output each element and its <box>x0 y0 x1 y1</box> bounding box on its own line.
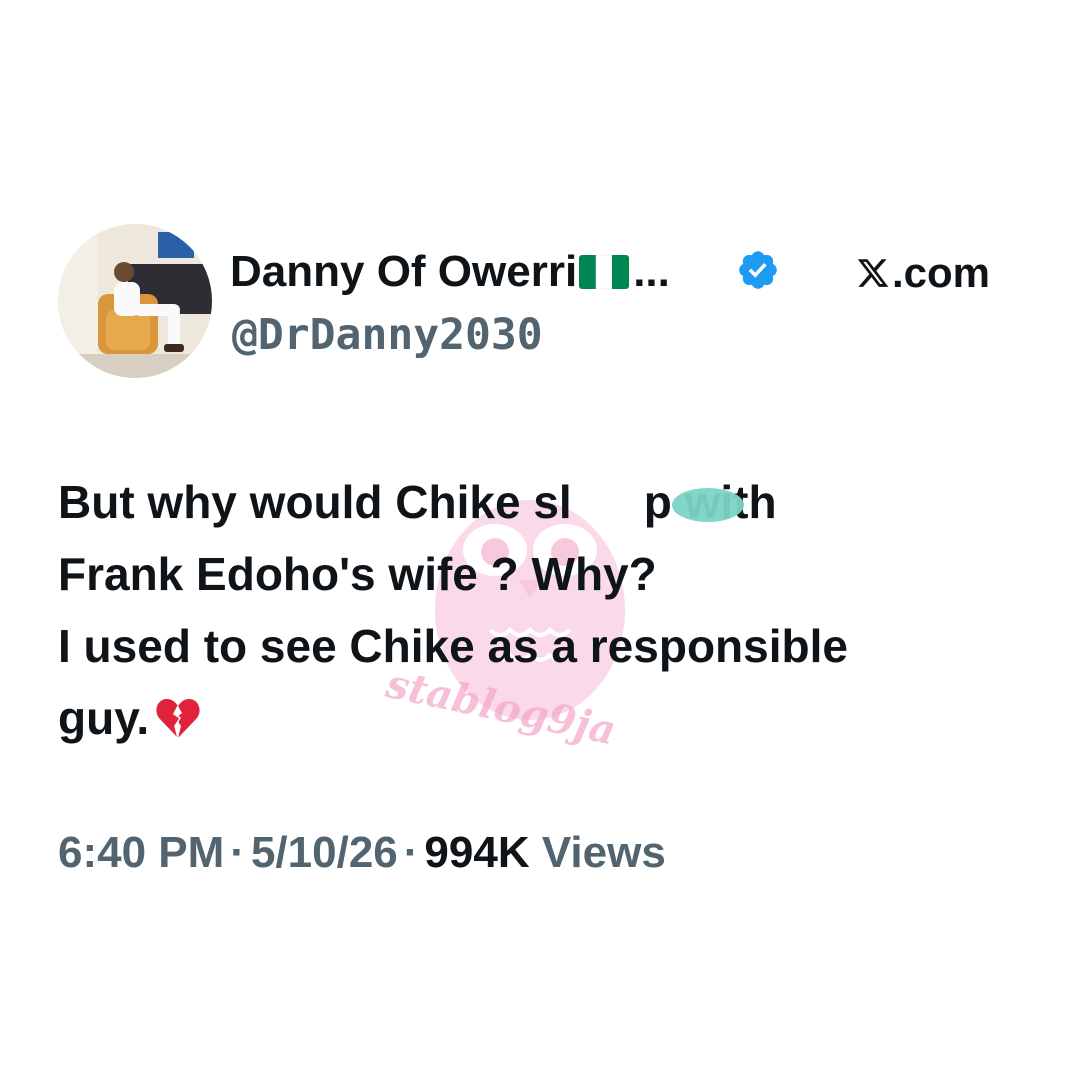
tweet-line-2: Frank Edoho's wife ? Why? <box>58 548 657 600</box>
views-label: Views <box>541 828 666 877</box>
tweet-text: But why would Chike slp with Frank Edoho… <box>58 466 1038 754</box>
tweet-line-3: I used to see Chike as a responsible <box>58 620 848 672</box>
nigeria-flag-icon <box>579 255 630 289</box>
tweet-time[interactable]: 6:40 PM <box>58 828 224 877</box>
source-text: .com <box>892 249 991 296</box>
x-logo-icon <box>856 256 890 290</box>
name-ellipsis: ... <box>633 247 670 296</box>
tweet-date[interactable]: 5/10/26 <box>251 828 398 877</box>
tweet-meta: 6:40 PM · 5/10/26 · 994K Views <box>58 826 666 880</box>
avatar-photo <box>58 224 212 378</box>
user-handle[interactable]: @DrDanny2030 <box>232 310 543 360</box>
display-name[interactable]: Danny Of Owerri ... <box>230 246 670 298</box>
views-count: 994K <box>424 828 530 877</box>
avatar[interactable] <box>58 224 212 378</box>
display-name-text: Danny Of Owerri <box>230 247 578 296</box>
meta-separator: · <box>403 828 419 877</box>
tweet-line-1: But why would Chike slp with <box>58 476 777 528</box>
meta-separator: · <box>230 828 245 877</box>
tweet-line-4: guy. <box>58 682 1038 754</box>
source-label[interactable]: .com <box>856 250 990 296</box>
broken-heart-icon <box>155 696 201 740</box>
verified-badge-icon <box>736 248 780 292</box>
redaction-blur <box>672 488 744 522</box>
